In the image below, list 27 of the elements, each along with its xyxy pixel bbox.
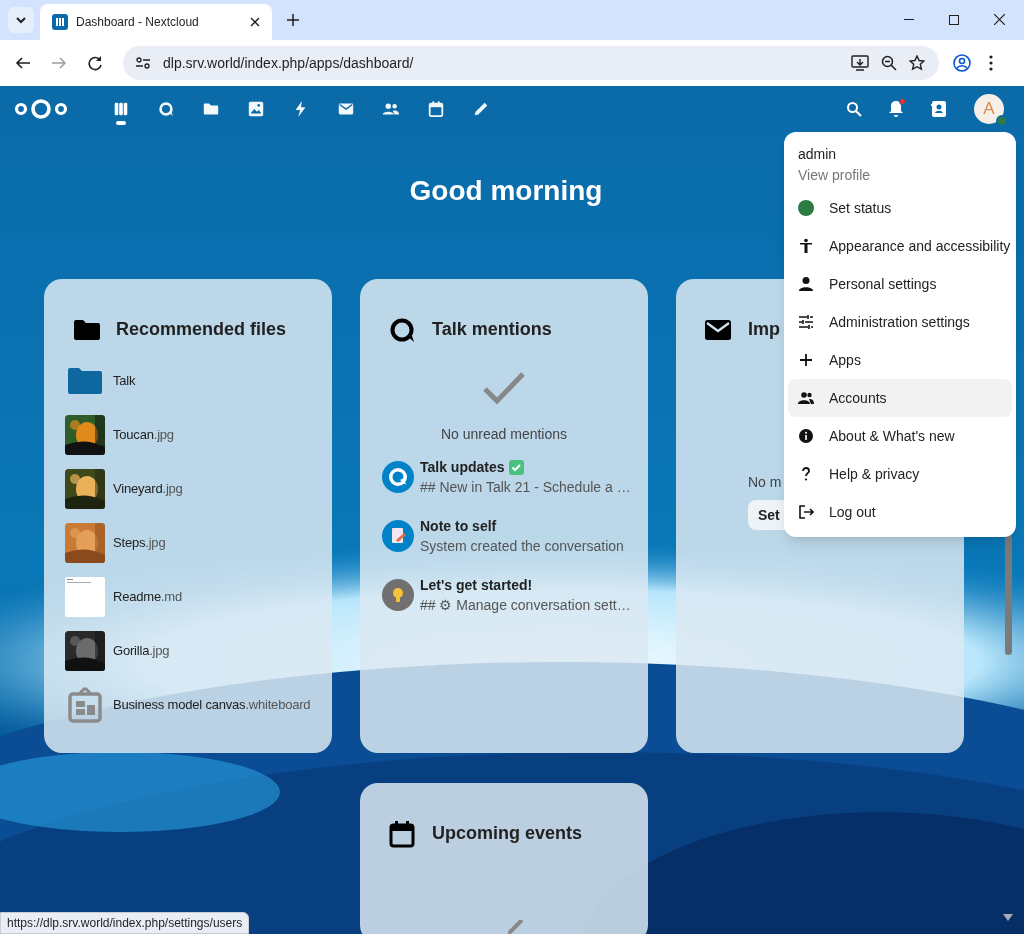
search-icon[interactable]	[846, 101, 862, 117]
nextcloud-tab-icon	[52, 14, 68, 30]
image-icon[interactable]	[246, 100, 265, 118]
url-text: dlp.srv.world/index.php/apps/dashboard/	[163, 53, 415, 73]
tab-title: Dashboard - Nextcloud	[76, 14, 200, 31]
profile-icon[interactable]	[953, 54, 971, 72]
star-icon[interactable]	[909, 55, 925, 71]
more-icon[interactable]	[989, 55, 993, 71]
nextcloud-logo-icon[interactable]	[14, 97, 68, 121]
address-bar[interactable]: dlp.srv.world/index.php/apps/dashboard/	[123, 46, 939, 80]
maximize-icon[interactable]	[949, 15, 959, 25]
site-settings-icon	[135, 55, 151, 71]
close-window-icon[interactable]	[994, 14, 1005, 25]
new-tab-icon[interactable]	[287, 14, 299, 26]
contacts-card-icon[interactable]	[930, 100, 948, 118]
forward-icon[interactable]	[51, 55, 67, 71]
minimize-icon[interactable]	[904, 19, 914, 21]
zoom-out-icon[interactable]	[881, 55, 897, 71]
install-app-icon[interactable]	[851, 55, 869, 71]
calendar-icon[interactable]	[426, 100, 445, 118]
close-icon[interactable]	[250, 17, 260, 27]
bell-icon[interactable]	[888, 100, 904, 118]
reload-icon[interactable]	[87, 55, 103, 71]
tab-list-button[interactable]	[8, 7, 34, 33]
browser-tab[interactable]: Dashboard - Nextcloud	[40, 4, 272, 40]
back-icon[interactable]	[15, 55, 31, 71]
chat-bubble-icon[interactable]	[156, 100, 175, 118]
